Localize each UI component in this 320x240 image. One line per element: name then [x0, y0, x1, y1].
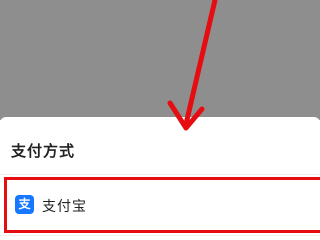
divider — [0, 174, 320, 175]
dimmed-backdrop[interactable] — [0, 0, 320, 120]
payment-method-sheet: 支付方式 支 支付宝 — [0, 117, 320, 240]
screen: 支付方式 支 支付宝 — [0, 0, 320, 240]
sheet-title: 支付方式 — [11, 142, 76, 160]
payment-option-label: 支付宝 — [42, 199, 87, 215]
next-payment-option[interactable] — [0, 235, 320, 240]
payment-option-alipay[interactable]: 支 支付宝 — [4, 177, 320, 233]
alipay-icon: 支 — [15, 195, 34, 214]
